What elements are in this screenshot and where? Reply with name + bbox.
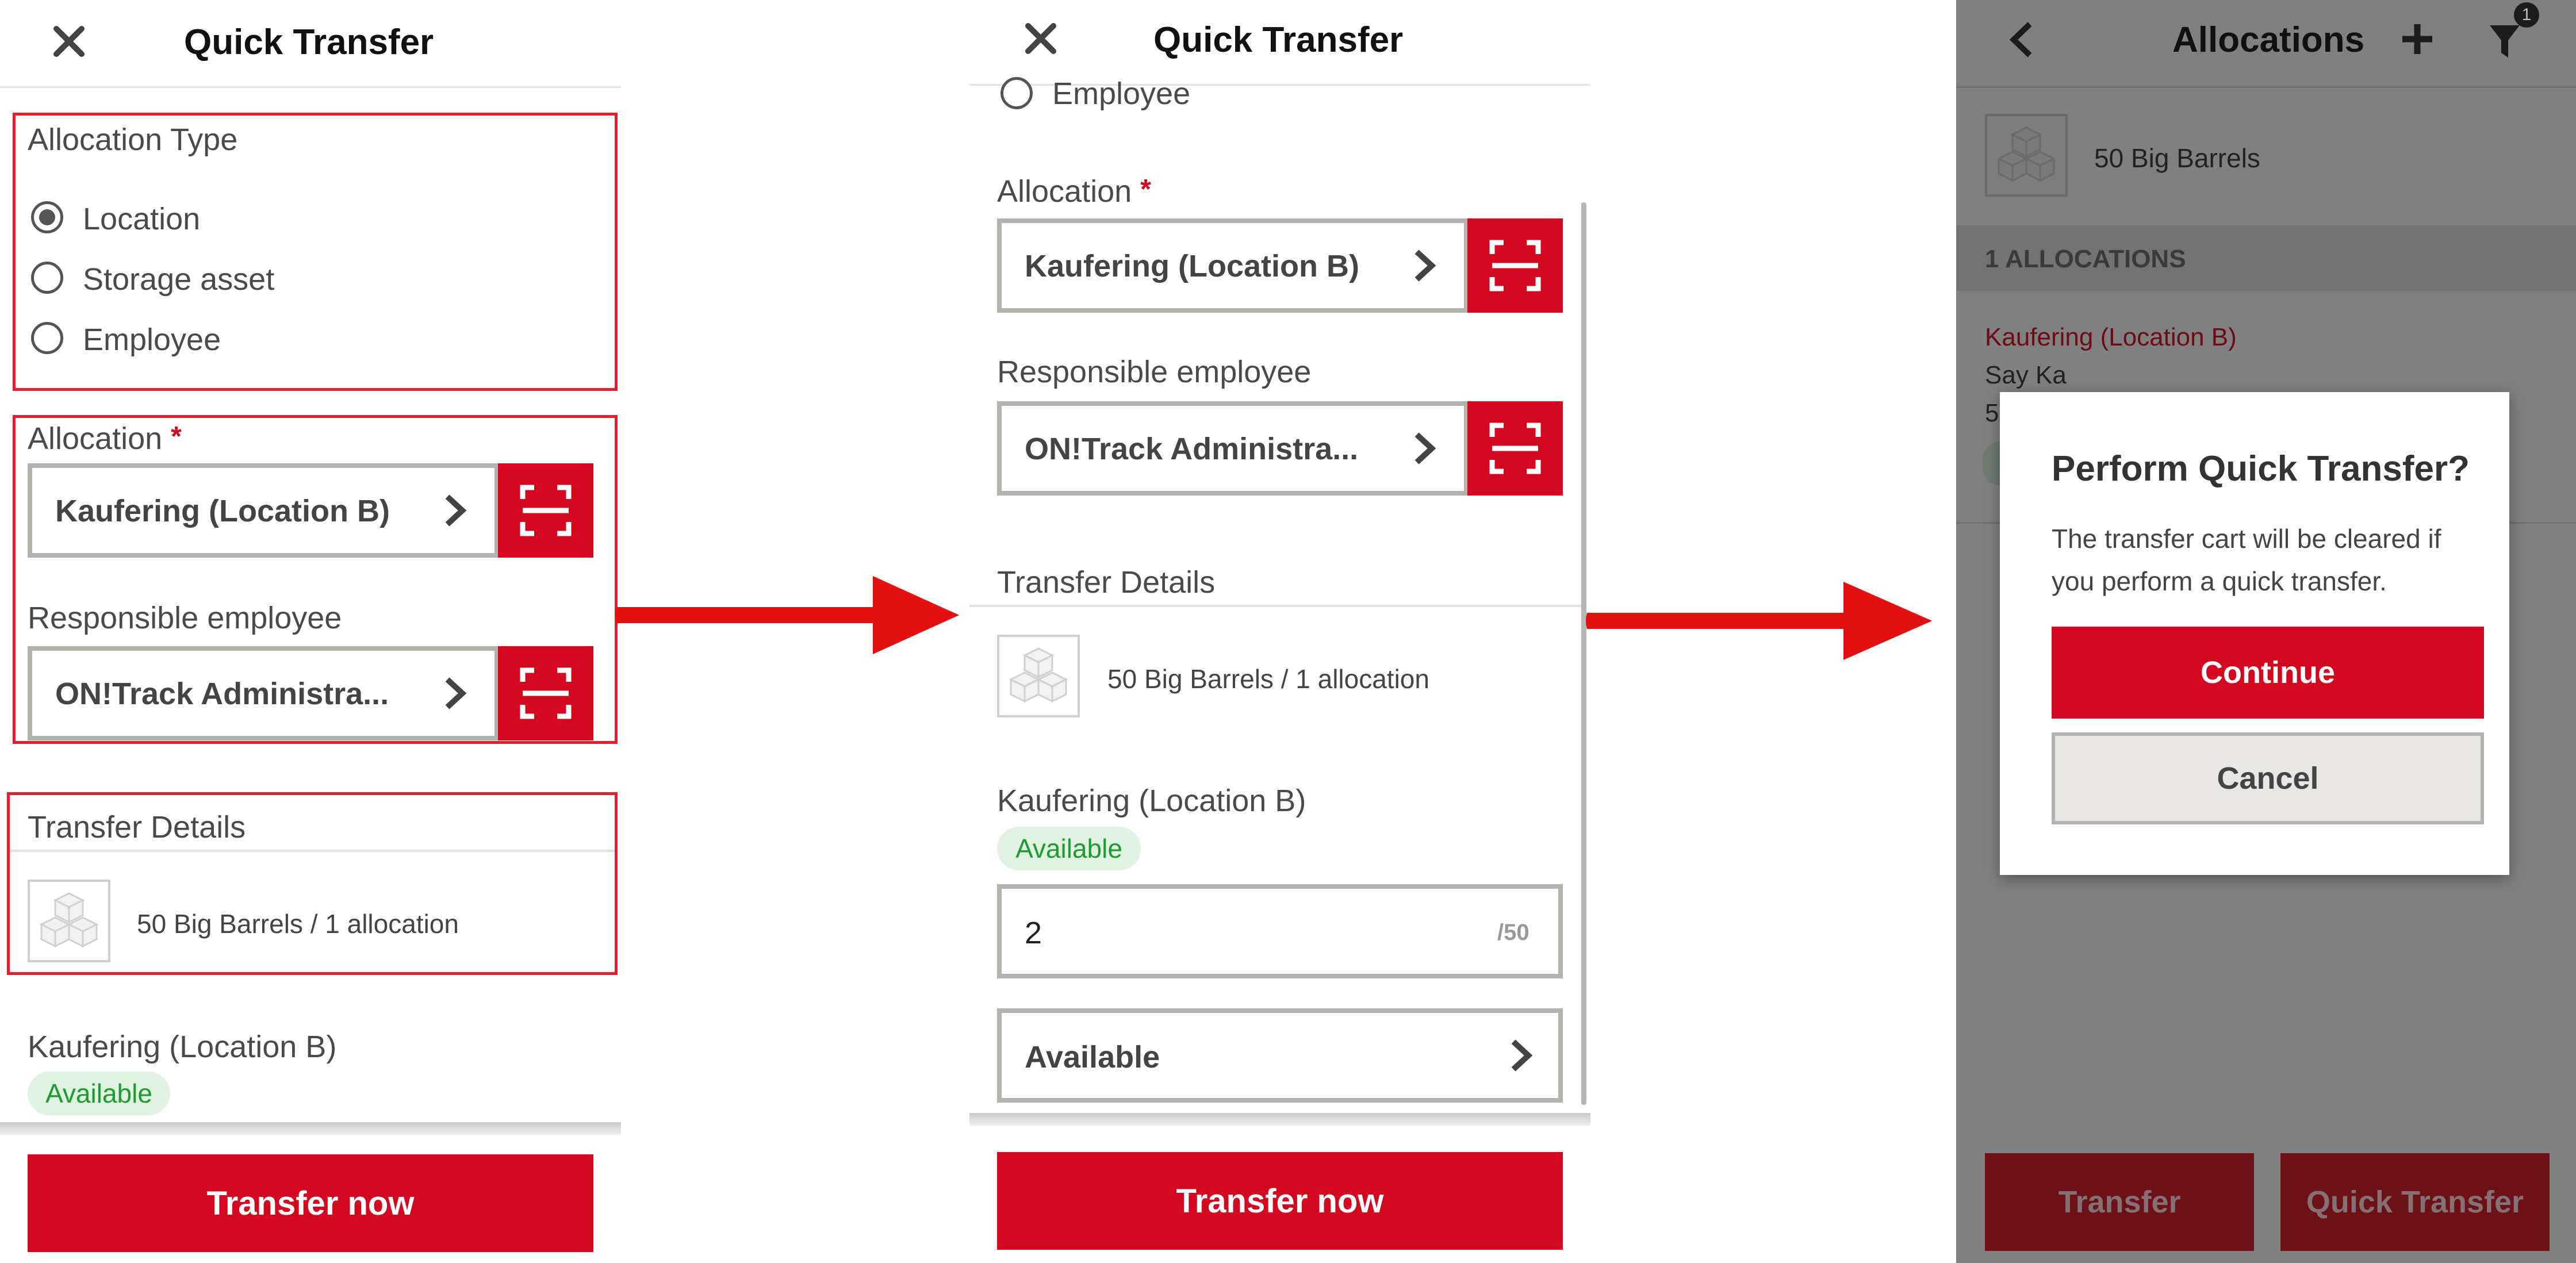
- dialog-message-line-1: The transfer cart will be cleared if: [2052, 524, 2441, 554]
- item-name: 50 Big Barrels: [2094, 143, 2260, 173]
- item-thumbnail: [1985, 114, 2068, 197]
- transfer-details-label: Transfer Details: [28, 810, 246, 844]
- filter-count-badge: 1: [2514, 2, 2539, 28]
- allocation-location[interactable]: Kaufering (Location B): [1985, 323, 2237, 352]
- item-thumbnail: [28, 880, 110, 962]
- responsible-employee-value: ON!Track Administra...: [1025, 432, 1359, 466]
- transfer-now-button[interactable]: Transfer now: [997, 1152, 1563, 1250]
- responsible-employee-label: Responsible employee: [28, 601, 342, 635]
- radio-employee[interactable]: [1000, 77, 1033, 109]
- transfer-summary: 50 Big Barrels / 1 allocation: [1107, 664, 1429, 694]
- flow-arrow: [1585, 569, 1937, 673]
- scan-allocation-button[interactable]: [1467, 218, 1563, 313]
- chevron-right-icon: [1412, 431, 1438, 466]
- responsible-employee-value: ON!Track Administra...: [55, 677, 389, 711]
- option-employee-label[interactable]: Employee: [83, 322, 221, 358]
- status-badge: Available: [997, 827, 1141, 870]
- scan-employee-button[interactable]: [1467, 401, 1563, 496]
- scan-allocation-button[interactable]: [498, 463, 593, 558]
- footer-transfer-button[interactable]: Transfer: [1985, 1153, 2254, 1251]
- page-title: Quick Transfer: [184, 22, 434, 62]
- section-divider: [10, 850, 615, 852]
- option-storage-asset-label[interactable]: Storage asset: [83, 262, 274, 297]
- scan-employee-button[interactable]: [498, 646, 593, 740]
- status-badge: Available: [28, 1072, 170, 1115]
- quick-transfer-dialog: Perform Quick Transfer? The transfer car…: [2000, 392, 2509, 875]
- chevron-right-icon: [1509, 1038, 1534, 1073]
- flow-arrow: [614, 563, 966, 667]
- option-employee-label[interactable]: Employee: [1052, 76, 1190, 112]
- option-location-label[interactable]: Location: [83, 201, 200, 237]
- allocation-partial: 5: [1985, 399, 1999, 427]
- allocation-value: Kaufering (Location B): [55, 494, 390, 528]
- footer-shadow: [969, 1113, 1590, 1126]
- boxes-icon: [39, 892, 99, 948]
- chevron-right-icon: [443, 493, 468, 528]
- scan-icon: [520, 485, 572, 536]
- location-name: Kaufering (Location B): [28, 1030, 337, 1064]
- footer-quick-transfer-button[interactable]: Quick Transfer: [2280, 1153, 2550, 1251]
- transfer-now-button[interactable]: Transfer now: [28, 1154, 593, 1252]
- allocation-type-label: Allocation Type: [28, 122, 238, 157]
- scan-icon: [1489, 240, 1541, 291]
- quantity-input[interactable]: [997, 884, 1563, 978]
- header-divider: [0, 86, 621, 88]
- back-icon[interactable]: [2007, 21, 2035, 59]
- chevron-right-icon: [1412, 248, 1438, 283]
- page-title: Allocations: [2172, 20, 2365, 60]
- location-name: Kaufering (Location B): [997, 784, 1306, 818]
- header-divider: [1956, 86, 2576, 88]
- radio-storage-asset[interactable]: [31, 262, 63, 294]
- screen-1: Quick Transfer Allocation Type Location …: [0, 0, 621, 1263]
- allocation-label-text: Allocation: [997, 174, 1132, 209]
- responsible-employee-label: Responsible employee: [997, 355, 1312, 389]
- radio-employee[interactable]: [31, 322, 63, 354]
- screen-2: Quick Transfer Employee Allocation * Kau…: [969, 0, 1590, 1263]
- dialog-message-line-2: you perform a quick transfer.: [2052, 566, 2387, 596]
- close-icon[interactable]: [51, 23, 87, 60]
- page-title: Quick Transfer: [1153, 20, 1404, 60]
- allocation-label: Allocation *: [28, 421, 182, 456]
- transfer-summary: 50 Big Barrels / 1 allocation: [137, 909, 459, 939]
- scan-icon: [520, 667, 572, 719]
- close-icon[interactable]: [1022, 20, 1059, 57]
- item-thumbnail: [997, 635, 1080, 717]
- boxes-icon: [1996, 126, 2056, 182]
- quantity-value: 2: [1025, 916, 1042, 950]
- section-divider: [969, 605, 1581, 607]
- required-mark: *: [171, 421, 182, 452]
- allocation-label: Allocation *: [997, 174, 1151, 209]
- transfer-details-label: Transfer Details: [997, 565, 1216, 600]
- boxes-icon: [1009, 647, 1068, 703]
- quantity-max: /50: [1497, 920, 1529, 945]
- footer-shadow: [0, 1122, 621, 1135]
- cancel-button[interactable]: Cancel: [2052, 732, 2484, 824]
- chevron-right-icon: [443, 676, 468, 711]
- allocation-label-text: Allocation: [28, 421, 163, 456]
- screen-3: Allocations 1 50 Big Barrels 1 ALLOCATIO…: [1956, 0, 2576, 1263]
- dialog-title: Perform Quick Transfer?: [2052, 449, 2470, 489]
- allocation-employee: Say Ka: [1985, 361, 2067, 389]
- required-mark: *: [1140, 174, 1151, 205]
- continue-button[interactable]: Continue: [2052, 627, 2484, 719]
- status-select-value: Available: [1025, 1040, 1160, 1074]
- add-icon[interactable]: [2399, 21, 2436, 57]
- section-header: 1 ALLOCATIONS: [1985, 245, 2186, 273]
- scan-icon: [1489, 423, 1541, 474]
- radio-location[interactable]: [31, 201, 63, 233]
- allocation-value: Kaufering (Location B): [1025, 249, 1359, 283]
